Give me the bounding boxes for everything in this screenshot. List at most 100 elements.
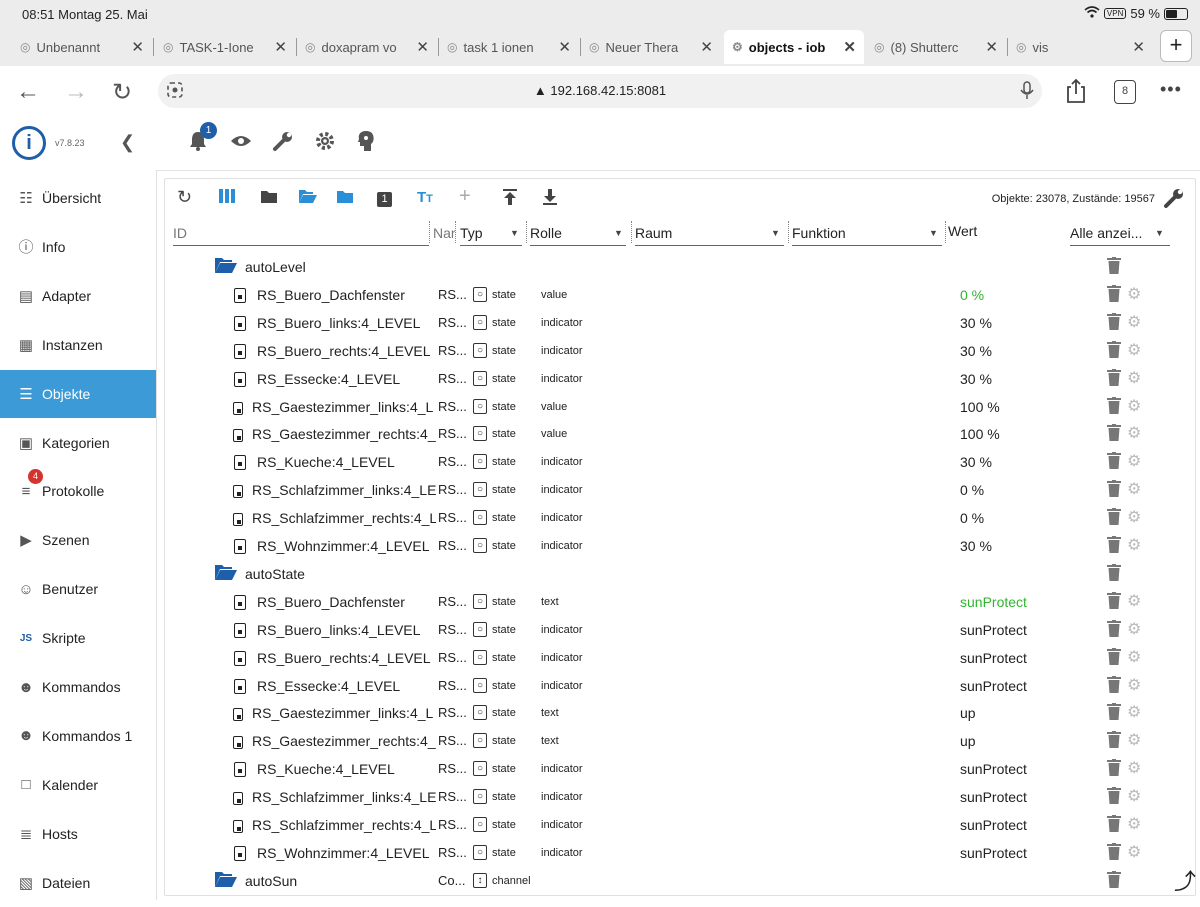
- object-value[interactable]: 30 %: [960, 315, 992, 331]
- object-value[interactable]: sunProtect: [960, 650, 1027, 666]
- delete-icon[interactable]: [1107, 842, 1121, 864]
- role-column-header[interactable]: Rolle: [530, 225, 562, 241]
- object-value[interactable]: 30 %: [960, 454, 992, 470]
- sidebar-item-übersicht[interactable]: ☷ Übersicht: [0, 174, 156, 222]
- browser-tab[interactable]: ◎ TASK-1-Ione ✕: [155, 30, 295, 64]
- share-icon[interactable]: [1065, 78, 1087, 109]
- add-icon[interactable]: +: [459, 185, 471, 208]
- gear-icon[interactable]: ⚙: [1127, 340, 1141, 360]
- gear-icon[interactable]: ⚙: [1127, 730, 1141, 750]
- state-row[interactable]: RS_Kueche:4_LEVEL RS... ○ state indicator sun…: [165, 755, 1195, 783]
- text-size-icon[interactable]: TT: [417, 189, 433, 206]
- delete-icon[interactable]: [1107, 787, 1121, 808]
- sidebar-item-szenen[interactable]: ▶ Szenen: [0, 516, 156, 564]
- tab-close-icon[interactable]: ✕: [416, 38, 429, 56]
- tab-close-icon[interactable]: ✕: [274, 38, 287, 56]
- gear-icon[interactable]: ⚙: [1127, 647, 1141, 667]
- delete-icon[interactable]: [1107, 312, 1121, 334]
- sidebar-item-benutzer[interactable]: ☺ Benutzer: [0, 565, 156, 613]
- function-dropdown-icon[interactable]: ▼: [929, 228, 938, 238]
- folder-row[interactable]: autoState: [165, 560, 1195, 588]
- column-divider[interactable]: [631, 221, 632, 243]
- settings-wrench-icon[interactable]: [1163, 187, 1185, 215]
- delete-icon[interactable]: [1107, 647, 1121, 669]
- delete-icon[interactable]: [1107, 396, 1121, 418]
- state-row[interactable]: RS_Schlafzimmer_rechts:4_L RS... ○ state ind…: [165, 811, 1195, 839]
- browser-tab[interactable]: ◎ (8) Shutterc ✕: [866, 30, 1006, 64]
- object-value[interactable]: 0 %: [960, 510, 984, 526]
- delete-icon[interactable]: [1107, 368, 1121, 390]
- back-arrow-icon[interactable]: ←: [16, 78, 40, 106]
- show-one-icon[interactable]: 1: [377, 189, 392, 207]
- object-value[interactable]: 30 %: [960, 538, 992, 554]
- forward-arrow-icon[interactable]: →: [64, 78, 88, 106]
- gear-icon[interactable]: ⚙: [1127, 451, 1141, 471]
- upload-icon[interactable]: [503, 189, 517, 210]
- gear-icon[interactable]: ⚙: [1127, 675, 1141, 695]
- gear-icon[interactable]: ⚙: [1127, 396, 1141, 416]
- sidebar-item-protokolle[interactable]: ≡ 4 Protokolle: [0, 467, 156, 515]
- object-value[interactable]: 100 %: [960, 399, 1000, 415]
- state-row[interactable]: RS_Schlafzimmer_links:4_LE RS... ○ state ind…: [165, 476, 1195, 504]
- expert-mode-icon[interactable]: [356, 130, 376, 158]
- room-dropdown-icon[interactable]: ▼: [771, 228, 780, 238]
- gear-icon[interactable]: ⚙: [1127, 535, 1141, 555]
- iobroker-logo-icon[interactable]: i: [12, 126, 46, 160]
- folder-blue-icon[interactable]: [337, 189, 353, 208]
- new-tab-button[interactable]: +: [1160, 30, 1192, 62]
- name-column-header[interactable]: Nar: [433, 225, 455, 241]
- state-row[interactable]: RS_Buero_links:4_LEVEL RS... ○ state indicat…: [165, 309, 1195, 337]
- type-dropdown-icon[interactable]: ▼: [510, 228, 519, 238]
- delete-icon[interactable]: [1107, 452, 1121, 473]
- columns-icon[interactable]: [219, 189, 235, 208]
- state-row[interactable]: RS_Buero_rechts:4_LEVEL RS... ○ state indica…: [165, 644, 1195, 672]
- more-menu-icon[interactable]: •••: [1160, 79, 1182, 100]
- gear-icon[interactable]: ⚙: [1127, 702, 1141, 722]
- role-dropdown-icon[interactable]: ▼: [614, 228, 623, 238]
- sidebar-item-skripte[interactable]: JS Skripte: [0, 614, 156, 662]
- tab-close-icon[interactable]: ✕: [558, 38, 571, 56]
- state-row[interactable]: RS_Buero_Dachfenster RS... ○ state text sunPr…: [165, 588, 1195, 616]
- reload-icon[interactable]: ↻: [112, 78, 132, 107]
- browser-tab[interactable]: ◎ doxapram vo ✕: [297, 30, 437, 64]
- tab-close-icon[interactable]: ✕: [700, 38, 713, 56]
- room-column-header[interactable]: Raum: [635, 225, 672, 241]
- gear-icon[interactable]: ⚙: [1127, 284, 1141, 304]
- gear-icon[interactable]: [314, 130, 336, 158]
- delete-icon[interactable]: [1107, 731, 1121, 752]
- sidebar-item-info[interactable]: ⓘ Info: [0, 223, 156, 271]
- show-all-dropdown-icon[interactable]: ▼: [1155, 228, 1164, 238]
- sidebar-item-kalender[interactable]: □ Kalender: [0, 761, 156, 809]
- object-value[interactable]: up: [960, 705, 976, 721]
- collapse-sidebar-icon[interactable]: ❮: [120, 132, 135, 153]
- folder-closed-icon[interactable]: [261, 189, 277, 208]
- microphone-icon[interactable]: [1020, 81, 1034, 106]
- id-column-header[interactable]: ID: [173, 225, 187, 241]
- state-row[interactable]: RS_Wohnzimmer:4_LEVEL RS... ○ state indicato…: [165, 532, 1195, 560]
- state-row[interactable]: RS_Gaestezimmer_rechts:4_ RS... ○ state valu…: [165, 420, 1195, 448]
- gear-icon[interactable]: ⚙: [1127, 368, 1141, 388]
- column-divider[interactable]: [526, 221, 527, 243]
- state-row[interactable]: RS_Schlafzimmer_rechts:4_L RS... ○ state ind…: [165, 504, 1195, 532]
- delete-icon[interactable]: [1107, 591, 1121, 613]
- sidebar-item-instanzen[interactable]: ▦ Instanzen: [0, 321, 156, 369]
- state-row[interactable]: RS_Gaestezimmer_rechts:4_ RS... ○ state text…: [165, 727, 1195, 755]
- sidebar-item-kommandos-1[interactable]: ☻ Kommandos 1: [0, 712, 156, 760]
- browser-tab[interactable]: ◎ vis ✕: [1008, 30, 1153, 64]
- url-field[interactable]: ▲ 192.168.42.15:8081: [158, 74, 1042, 108]
- column-divider[interactable]: [788, 221, 789, 243]
- object-value[interactable]: up: [960, 733, 976, 749]
- object-value[interactable]: 100 %: [960, 426, 1000, 442]
- object-value[interactable]: 30 %: [960, 371, 992, 387]
- refresh-icon[interactable]: ↻: [177, 187, 192, 208]
- gear-icon[interactable]: ⚙: [1127, 507, 1141, 527]
- folder-open-icon[interactable]: [299, 189, 317, 208]
- object-value[interactable]: 0 %: [960, 482, 984, 498]
- gear-icon[interactable]: ⚙: [1127, 479, 1141, 499]
- gear-icon[interactable]: ⚙: [1127, 619, 1141, 639]
- delete-icon[interactable]: [1107, 508, 1121, 529]
- delete-icon[interactable]: [1107, 284, 1121, 306]
- wrench-icon[interactable]: [272, 130, 294, 158]
- state-row[interactable]: RS_Buero_rechts:4_LEVEL RS... ○ state indica…: [165, 337, 1195, 365]
- browser-tab[interactable]: ⚙ objects - iob ✕: [724, 30, 864, 64]
